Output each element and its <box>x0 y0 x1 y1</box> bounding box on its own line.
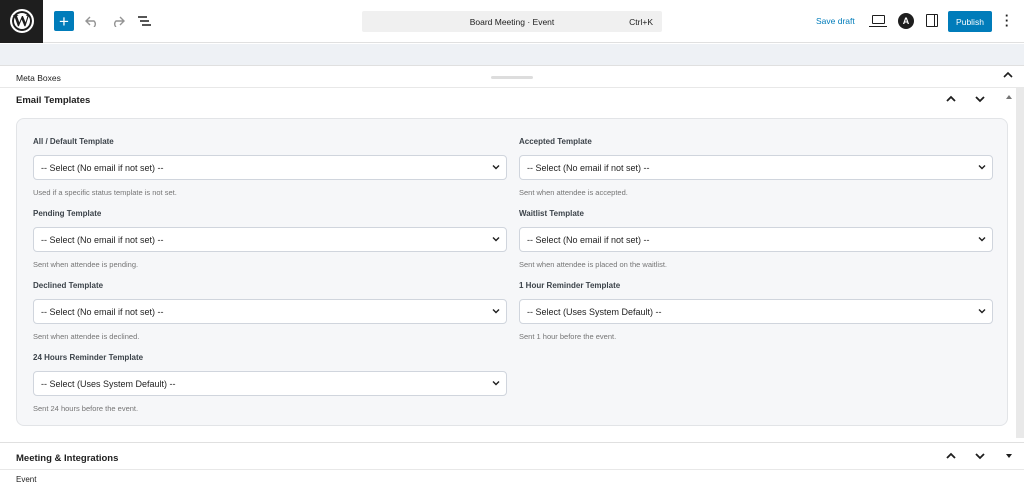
move-up-icon[interactable] <box>945 94 957 107</box>
undo-button[interactable] <box>84 12 100 30</box>
chevron-up-icon[interactable] <box>1003 71 1013 82</box>
wordpress-icon: W <box>9 9 34 33</box>
field-help: Sent when attendee is pending. <box>33 260 139 269</box>
add-block-button[interactable]: + <box>54 11 74 31</box>
field-help: Sent when attendee is accepted. <box>519 188 628 197</box>
select-value: -- Select (No email if not set) -- <box>41 307 164 317</box>
plus-icon: + <box>59 11 69 31</box>
twenty-four-hours-reminder-template-field: 24 Hours Reminder Template -- Select (Us… <box>33 353 507 413</box>
select-value: -- Select (No email if not set) -- <box>41 163 164 173</box>
twenty-four-hours-reminder-template-select[interactable]: -- Select (Uses System Default) -- <box>33 371 507 396</box>
save-draft-button[interactable]: Save draft <box>816 16 855 26</box>
waitlist-template-field: Waitlist Template -- Select (No email if… <box>519 209 993 269</box>
select-value: -- Select (Uses System Default) -- <box>527 307 662 317</box>
field-label: Declined Template <box>33 281 104 290</box>
chevron-down-icon <box>492 309 500 314</box>
meeting-integrations-title: Meeting & Integrations <box>16 453 119 464</box>
meta-boxes-title: Meta Boxes <box>16 73 61 83</box>
chevron-down-icon <box>492 165 500 170</box>
email-templates-title: Email Templates <box>16 95 91 106</box>
select-value: -- Select (No email if not set) -- <box>527 163 650 173</box>
document-title: Board Meeting · Event <box>469 17 555 27</box>
toggle-panel-icon[interactable] <box>1006 453 1012 461</box>
editor-toolbar: W + Board Meeting · Event Ctrl+K Save dr… <box>0 0 1024 43</box>
field-label: 24 Hours Reminder Template <box>33 353 144 362</box>
chevron-down-icon <box>492 381 500 386</box>
all-default-template-select[interactable]: -- Select (No email if not set) -- <box>33 155 507 180</box>
meta-boxes-header: Meta Boxes <box>0 67 1024 88</box>
publish-button[interactable]: Publish <box>948 11 992 32</box>
redo-button[interactable] <box>110 12 126 30</box>
astra-settings-icon[interactable]: A <box>898 13 914 29</box>
declined-template-field: Declined Template -- Select (No email if… <box>33 281 507 341</box>
scrollbar[interactable] <box>1016 88 1024 438</box>
undo-icon <box>85 16 96 27</box>
redo-icon <box>114 16 125 27</box>
command-palette-bar[interactable]: Board Meeting · Event Ctrl+K <box>362 11 662 32</box>
chevron-down-icon <box>492 237 500 242</box>
chevron-down-icon <box>978 237 986 242</box>
all-default-template-field: All / Default Template -- Select (No ema… <box>33 137 507 197</box>
meeting-integrations-header[interactable]: Meeting & Integrations <box>0 442 1024 470</box>
field-label: All / Default Template <box>33 137 114 146</box>
chevron-down-icon <box>978 165 986 170</box>
waitlist-template-select[interactable]: -- Select (No email if not set) -- <box>519 227 993 252</box>
field-label: 1 Hour Reminder Template <box>519 281 621 290</box>
document-overview-button[interactable] <box>136 12 152 30</box>
meta-boxes-resize-handle[interactable] <box>491 76 533 79</box>
field-help: Sent 24 hours before the event. <box>33 404 139 413</box>
chevron-down-icon <box>978 309 986 314</box>
select-value: -- Select (No email if not set) -- <box>41 235 164 245</box>
move-down-icon[interactable] <box>974 451 986 464</box>
toggle-panel-icon[interactable] <box>1006 94 1012 102</box>
pending-template-select[interactable]: -- Select (No email if not set) -- <box>33 227 507 252</box>
accepted-template-field: Accepted Template -- Select (No email if… <box>519 137 993 197</box>
accepted-template-select[interactable]: -- Select (No email if not set) -- <box>519 155 993 180</box>
keyboard-shortcut: Ctrl+K <box>629 17 653 27</box>
field-label: Pending Template <box>33 209 102 218</box>
field-help: Sent when attendee is placed on the wait… <box>519 260 668 269</box>
one-hour-reminder-template-select[interactable]: -- Select (Uses System Default) -- <box>519 299 993 324</box>
select-value: -- Select (No email if not set) -- <box>527 235 650 245</box>
field-help: Sent 1 hour before the event. <box>519 332 617 341</box>
wordpress-logo-button[interactable]: W <box>0 0 43 43</box>
laptop-preview-icon[interactable] <box>869 15 887 27</box>
field-label: Waitlist Template <box>519 209 584 218</box>
field-help: Used if a specific status template is no… <box>33 188 177 197</box>
move-up-icon[interactable] <box>945 451 957 464</box>
field-help: Sent when attendee is declined. <box>33 332 140 341</box>
sidebar-settings-icon[interactable] <box>926 14 938 27</box>
declined-template-select[interactable]: -- Select (No email if not set) -- <box>33 299 507 324</box>
pending-template-field: Pending Template -- Select (No email if … <box>33 209 507 269</box>
field-label: Accepted Template <box>519 137 592 146</box>
editor-canvas[interactable] <box>0 44 1024 66</box>
breadcrumb[interactable]: Event <box>16 475 36 484</box>
select-value: -- Select (Uses System Default) -- <box>41 379 176 389</box>
email-templates-panel: All / Default Template -- Select (No ema… <box>16 118 1008 426</box>
list-view-icon <box>138 16 151 26</box>
more-vertical-icon[interactable]: · · · <box>1003 9 1011 32</box>
one-hour-reminder-template-field: 1 Hour Reminder Template -- Select (Uses… <box>519 281 993 341</box>
move-down-icon[interactable] <box>974 94 986 107</box>
